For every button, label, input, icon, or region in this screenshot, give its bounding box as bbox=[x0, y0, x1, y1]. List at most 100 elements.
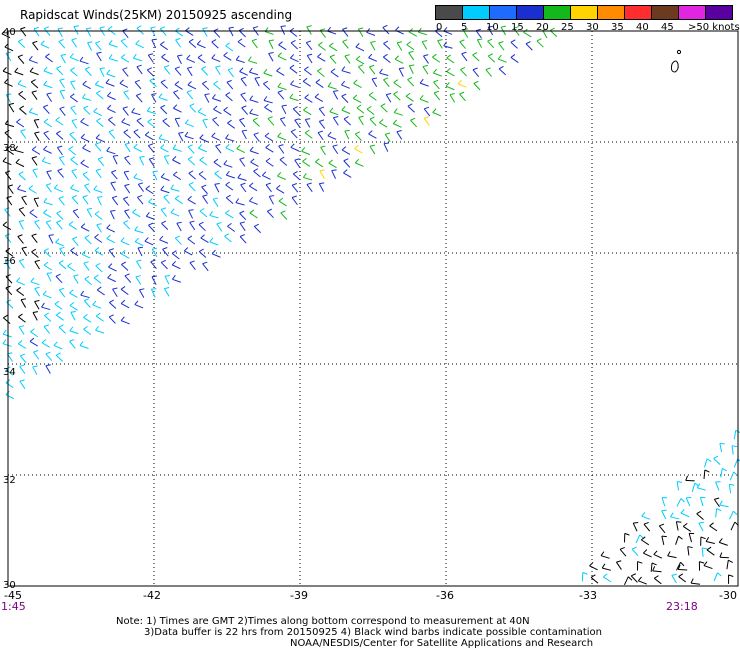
wind-barb bbox=[239, 157, 246, 167]
wind-barb bbox=[46, 170, 52, 180]
wind-barb bbox=[239, 221, 246, 231]
wind-barb bbox=[150, 288, 157, 298]
wind-barb bbox=[197, 107, 207, 117]
wind-barb bbox=[41, 156, 51, 165]
wind-barb bbox=[704, 458, 712, 468]
wind-barb bbox=[667, 551, 677, 559]
wind-barb bbox=[122, 67, 129, 77]
wind-barb bbox=[172, 156, 181, 165]
wind-barb bbox=[329, 107, 339, 116]
wind-barb bbox=[173, 89, 180, 100]
wind-barb bbox=[253, 223, 261, 234]
wind-barb bbox=[69, 131, 77, 141]
wind-barb bbox=[21, 195, 28, 206]
wind-barb bbox=[715, 508, 722, 518]
wind-barb bbox=[331, 169, 337, 179]
wind-barb bbox=[368, 91, 377, 101]
wind-barb bbox=[135, 40, 144, 49]
legend-swatch-10 bbox=[705, 5, 733, 20]
wind-barb bbox=[433, 79, 440, 90]
wind-barb bbox=[69, 53, 79, 62]
wind-barb bbox=[677, 564, 688, 571]
wind-barb bbox=[250, 158, 259, 167]
wind-barb bbox=[332, 90, 339, 100]
wind-barb bbox=[34, 259, 40, 270]
wind-barb bbox=[241, 129, 248, 140]
wind-barb bbox=[302, 173, 313, 181]
wind-barb bbox=[487, 38, 495, 49]
wind-barb bbox=[159, 235, 169, 244]
wind-barb bbox=[145, 185, 154, 195]
wind-barb bbox=[69, 339, 76, 349]
wind-barb bbox=[332, 144, 339, 154]
wind-barb bbox=[211, 249, 221, 258]
wind-barb bbox=[15, 158, 25, 168]
wind-barb bbox=[472, 67, 480, 78]
wind-barb bbox=[95, 40, 102, 51]
wind-barb bbox=[460, 67, 467, 77]
wind-barb bbox=[144, 237, 154, 246]
wind-barb bbox=[108, 39, 118, 48]
wind-barb bbox=[80, 117, 89, 127]
wind-barb bbox=[183, 247, 193, 256]
wind-barb bbox=[392, 119, 402, 128]
wind-barb bbox=[60, 53, 67, 64]
wind-barb bbox=[57, 27, 63, 37]
wind-barb bbox=[146, 106, 157, 115]
wind-barb bbox=[449, 93, 456, 103]
wind-barb bbox=[265, 157, 274, 167]
wind-barb bbox=[110, 181, 116, 191]
wind-barb bbox=[289, 54, 299, 63]
wind-barb bbox=[54, 300, 63, 310]
wind-barb bbox=[16, 118, 25, 128]
wind-barb bbox=[110, 169, 118, 180]
wind-barb bbox=[2, 339, 12, 347]
wind-barb bbox=[131, 107, 141, 116]
wind-barb bbox=[105, 78, 115, 87]
wind-barb bbox=[41, 302, 51, 311]
wind-barb bbox=[175, 27, 183, 37]
wind-barb bbox=[240, 76, 247, 87]
wind-barb bbox=[120, 38, 128, 48]
wind-barb bbox=[33, 26, 40, 37]
wind-barb bbox=[698, 521, 704, 532]
wind-barb bbox=[353, 79, 362, 89]
wind-barb bbox=[58, 196, 65, 206]
wind-barb bbox=[18, 90, 27, 100]
wind-barb bbox=[369, 64, 376, 75]
wind-barb bbox=[216, 222, 223, 232]
wind-barb bbox=[729, 510, 738, 520]
legend-swatch-8 bbox=[651, 5, 679, 20]
wind-barb bbox=[276, 184, 285, 194]
wind-barb bbox=[134, 79, 142, 90]
wind-barb bbox=[29, 209, 38, 219]
wind-barb bbox=[8, 102, 15, 113]
legend-label-20: 20 bbox=[536, 22, 549, 33]
wind-barb bbox=[202, 261, 209, 272]
wind-barb bbox=[292, 106, 300, 116]
wind-barb bbox=[32, 168, 38, 178]
wind-barb bbox=[211, 132, 221, 141]
wind-barb bbox=[240, 182, 247, 193]
wind-barb bbox=[171, 250, 180, 260]
wind-barb bbox=[476, 38, 483, 48]
wind-barb bbox=[581, 571, 588, 582]
wind-map bbox=[1, 24, 740, 587]
wind-barb bbox=[57, 168, 64, 178]
wind-barb bbox=[55, 116, 64, 126]
wind-barb bbox=[108, 116, 116, 126]
wind-barb bbox=[268, 39, 275, 49]
wind-barb bbox=[94, 234, 103, 243]
wind-barb bbox=[382, 24, 390, 35]
wind-barb bbox=[446, 67, 455, 77]
wind-barb bbox=[56, 65, 64, 76]
wind-barb bbox=[7, 184, 14, 194]
legend-swatch-6 bbox=[597, 5, 625, 20]
wind-barb bbox=[239, 210, 247, 221]
wind-barb bbox=[379, 68, 389, 76]
wind-barb bbox=[172, 171, 182, 181]
wind-barb bbox=[70, 105, 77, 116]
wind-barb bbox=[95, 325, 105, 334]
wind-barb bbox=[29, 337, 38, 347]
wind-barb bbox=[96, 223, 102, 233]
